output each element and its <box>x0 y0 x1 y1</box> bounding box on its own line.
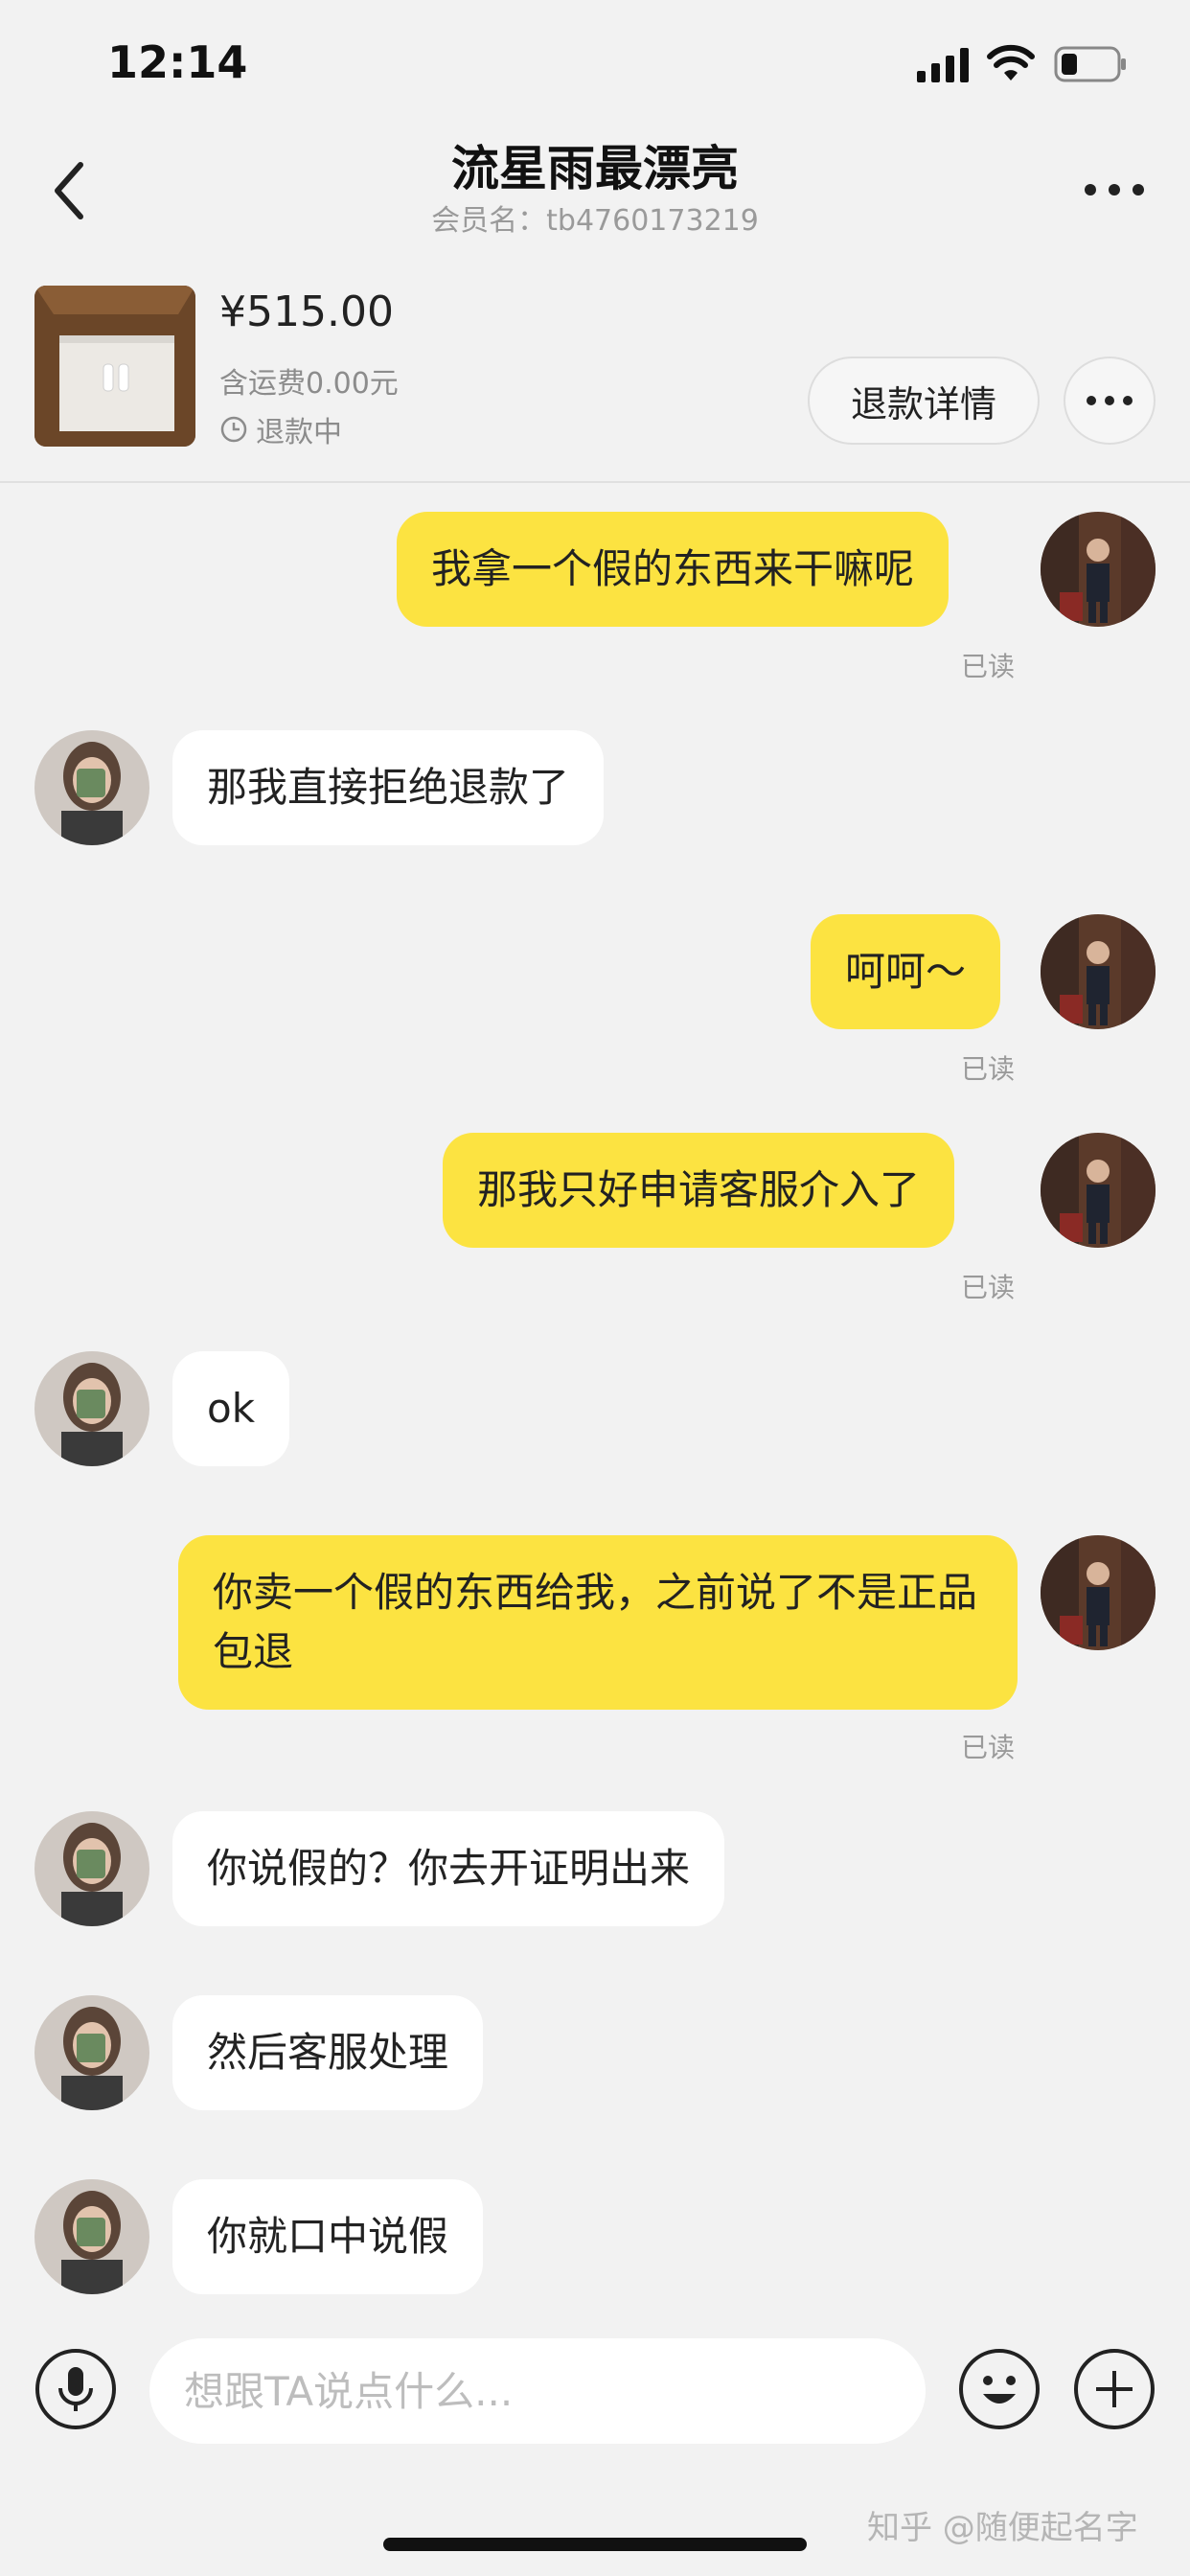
message-bubble-received[interactable]: 然后客服处理 <box>172 1995 484 2110</box>
watermark: 知乎 @随便起名字 <box>867 2509 1138 2547</box>
contact-avatar[interactable] <box>34 1351 149 1466</box>
message-bubble-sent[interactable]: 我拿一个假的东西来干嘛呢 <box>397 512 950 627</box>
message-bubble-received[interactable]: ok <box>172 1351 290 1466</box>
message-bubble-received[interactable]: 你就口中说假 <box>172 2179 484 2294</box>
product-more-button[interactable] <box>1064 356 1156 445</box>
my-avatar[interactable] <box>1041 512 1156 627</box>
message-bubble-received[interactable]: 那我直接拒绝退款了 <box>172 730 605 845</box>
more-icon <box>1087 396 1133 405</box>
message-bubble-sent[interactable]: 那我只好申请客服介入了 <box>443 1133 955 1248</box>
read-receipt: 已读 <box>961 651 1016 682</box>
microphone-icon[interactable] <box>34 2348 117 2430</box>
product-price: ¥515.00 <box>219 288 394 336</box>
plus-icon[interactable] <box>1073 2348 1156 2430</box>
refund-status-text: 退款中 <box>256 416 342 449</box>
product-thumbnail[interactable] <box>34 286 195 447</box>
contact-avatar[interactable] <box>34 730 149 845</box>
member-label: 会员名： <box>431 204 547 238</box>
wifi-icon <box>987 44 1035 80</box>
clock-icon <box>220 416 247 443</box>
refund-status: 退款中 <box>219 408 342 450</box>
member-id: tb4760173219 <box>546 204 759 238</box>
status-time: 12:14 <box>107 36 248 88</box>
home-indicator <box>383 2538 807 2551</box>
message-bubble-sent[interactable]: 呵呵～ <box>811 914 1001 1029</box>
read-receipt: 已读 <box>961 1732 1016 1763</box>
read-receipt: 已读 <box>961 1272 1016 1303</box>
contact-avatar[interactable] <box>34 1811 149 1926</box>
contact-avatar[interactable] <box>34 1995 149 2110</box>
my-avatar[interactable] <box>1041 1133 1156 1248</box>
my-avatar[interactable] <box>1041 1535 1156 1650</box>
message-bubble-received[interactable]: 你说假的？你去开证明出来 <box>172 1811 725 1926</box>
header-divider <box>0 481 1190 483</box>
emoji-icon[interactable] <box>958 2348 1041 2430</box>
message-bubble-sent[interactable]: 你卖一个假的东西给我，之前说了不是正品包退 <box>178 1535 1018 1710</box>
my-avatar[interactable] <box>1041 914 1156 1029</box>
member-id-line: 会员名：tb4760173219 <box>0 196 1190 239</box>
battery-icon <box>1054 46 1126 82</box>
message-input[interactable] <box>149 2338 926 2444</box>
shipping-fee: 含运费0.00元 <box>219 367 399 401</box>
more-icon[interactable] <box>1083 180 1146 199</box>
contact-avatar[interactable] <box>34 2179 149 2294</box>
refund-detail-button[interactable]: 退款详情 <box>808 356 1040 445</box>
chat-title: 流星雨最漂亮 <box>451 141 739 196</box>
read-receipt: 已读 <box>961 1053 1016 1085</box>
cellular-signal-icon <box>917 48 969 82</box>
